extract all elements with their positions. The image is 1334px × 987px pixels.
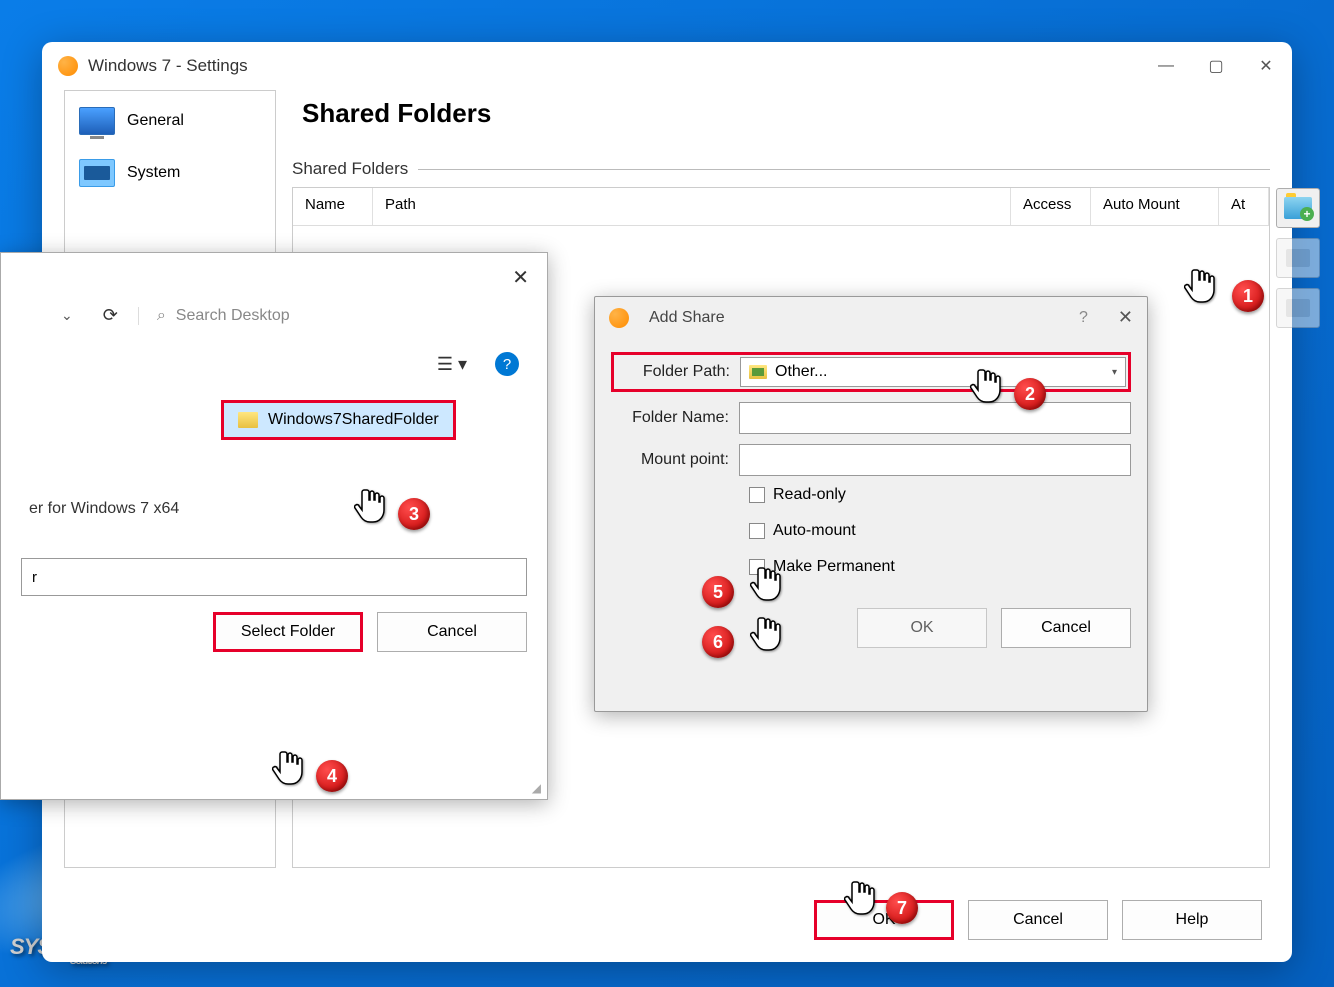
folder-add-icon — [1284, 197, 1312, 219]
view-options-button[interactable]: ☰ ▾ — [437, 354, 467, 375]
folder-path-row: Folder Path: Other... ▾ — [611, 352, 1131, 392]
folder-name-input[interactable] — [739, 402, 1131, 434]
folder-path-label: Folder Path: — [616, 363, 740, 381]
divider — [418, 169, 1270, 170]
folder-name-field[interactable] — [21, 558, 527, 596]
picker-cancel-button[interactable]: Cancel — [377, 612, 527, 652]
edit-share-button[interactable] — [1276, 238, 1320, 278]
folder-picker-dialog: ✕ ⌄ ⟳ ⌕ Search Desktop ☰ ▾ ? Windows7Sha… — [0, 252, 548, 800]
dialog-close-button[interactable]: ✕ — [1118, 307, 1133, 328]
virtualbox-icon — [58, 56, 78, 76]
picker-close-button[interactable]: ✕ — [512, 265, 529, 290]
search-placeholder: Search Desktop — [176, 307, 290, 325]
folder-edit-icon — [1286, 249, 1310, 267]
resize-grip-icon[interactable]: ◢ — [532, 781, 541, 795]
folder-path-dropdown[interactable]: Other... ▾ — [740, 357, 1126, 387]
page-title: Shared Folders — [302, 98, 1270, 129]
file-item-selected[interactable]: Windows7SharedFolder — [221, 400, 456, 440]
add-share-button[interactable] — [1276, 188, 1320, 228]
remove-share-button[interactable] — [1276, 288, 1320, 328]
chevron-down-icon: ▾ — [1112, 367, 1117, 378]
sidebar-label: System — [127, 164, 180, 182]
folder-icon — [749, 365, 767, 379]
sidebar-item-system[interactable]: System — [69, 147, 271, 199]
add-share-cancel-button[interactable]: Cancel — [1001, 608, 1131, 648]
chip-icon — [79, 159, 115, 187]
dialog-help-button[interactable]: ? — [1079, 309, 1088, 327]
monitor-icon — [79, 107, 115, 135]
help-button[interactable]: Help — [1122, 900, 1262, 940]
picker-help-button[interactable]: ? — [495, 352, 519, 376]
sidebar-item-general[interactable]: General — [69, 95, 271, 147]
automount-checkbox[interactable] — [749, 523, 765, 539]
minimize-button[interactable]: — — [1156, 56, 1176, 76]
col-path[interactable]: Path — [373, 188, 1011, 225]
col-access[interactable]: Access — [1011, 188, 1091, 225]
add-share-dialog: Add Share ? ✕ Folder Path: Other... ▾ Fo… — [594, 296, 1148, 712]
col-name[interactable]: Name — [293, 188, 373, 225]
file-list: Windows7SharedFolder er for Windows 7 x6… — [1, 390, 547, 528]
refresh-icon[interactable]: ⟳ — [103, 305, 118, 326]
folder-name-label: Folder Name: — [611, 409, 739, 427]
folder-remove-icon — [1286, 299, 1310, 317]
maximize-button[interactable]: ▢ — [1206, 56, 1226, 76]
add-share-ok-button[interactable]: OK — [857, 608, 987, 648]
automount-label: Auto-mount — [773, 522, 856, 540]
col-automount[interactable]: Auto Mount — [1091, 188, 1219, 225]
col-at[interactable]: At — [1219, 188, 1269, 225]
dialog-title: Add Share — [649, 309, 1069, 327]
search-input[interactable]: ⌕ Search Desktop — [138, 307, 527, 325]
readonly-checkbox[interactable] — [749, 487, 765, 503]
ok-button[interactable]: OK — [814, 900, 954, 940]
mount-point-label: Mount point: — [611, 451, 739, 469]
titlebar: Windows 7 - Settings — ▢ ✕ — [42, 42, 1292, 90]
close-button[interactable]: ✕ — [1256, 56, 1276, 76]
virtualbox-icon — [609, 308, 629, 328]
window-title: Windows 7 - Settings — [88, 56, 1156, 76]
cancel-button[interactable]: Cancel — [968, 900, 1108, 940]
section-label: Shared Folders — [292, 159, 408, 179]
breadcrumb-chevron-icon[interactable]: ⌄ — [61, 307, 73, 324]
file-name: Windows7SharedFolder — [268, 411, 439, 429]
select-folder-button[interactable]: Select Folder — [213, 612, 363, 652]
folder-path-value: Other... — [775, 363, 827, 381]
file-item[interactable]: er for Windows 7 x64 — [21, 500, 527, 518]
permanent-checkbox[interactable] — [749, 559, 765, 575]
mount-point-input[interactable] — [739, 444, 1131, 476]
permanent-label: Make Permanent — [773, 558, 895, 576]
folder-icon — [238, 412, 258, 428]
readonly-label: Read-only — [773, 486, 846, 504]
search-icon: ⌕ — [157, 307, 166, 325]
sidebar-label: General — [127, 112, 184, 130]
